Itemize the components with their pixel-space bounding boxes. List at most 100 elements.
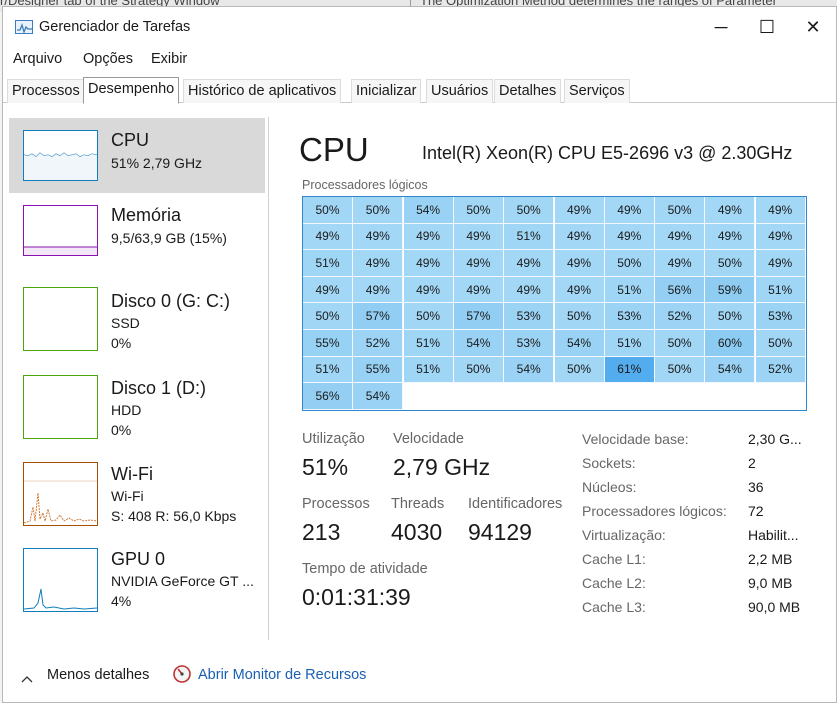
tab-historico[interactable]: Histórico de aplicativos — [183, 79, 342, 103]
sidebar-item-wifi[interactable]: Wi-Fi Wi-Fi S: 408 R: 56,0 Kbps — [9, 454, 265, 540]
sidebar-disco1-type: HDD — [111, 402, 142, 418]
performance-sidebar: CPU 51% 2,79 GHz Memória 9,5/63,9 GB (15… — [9, 118, 265, 640]
sidebar-item-memoria[interactable]: Memória 9,5/63,9 GB (15%) — [9, 193, 265, 279]
memory-thumbnail-graph — [23, 205, 98, 256]
sockets-label: Sockets: — [582, 455, 636, 471]
sidebar-disco0-usage: 0% — [111, 335, 132, 351]
logical-processor-cell: 50% — [655, 197, 706, 224]
utilizacao-value: 51% — [302, 454, 349, 480]
menu-exibir[interactable]: Exibir — [151, 51, 187, 67]
logical-processor-cell: 51% — [403, 356, 454, 384]
sidebar-disco1-usage: 0% — [111, 422, 132, 438]
logical-processor-cell: 52% — [755, 356, 806, 384]
logical-processor-cell: 49% — [403, 250, 454, 277]
logical-processor-cell: 49% — [755, 250, 806, 277]
threads-label: Threads — [391, 496, 445, 512]
tab-desempenho[interactable]: Desempenho — [83, 77, 180, 104]
virtualizacao-label: Virtualização: — [582, 527, 666, 543]
logical-processor-cell: 51% — [604, 330, 655, 357]
velocidade-base-label: Velocidade base: — [582, 431, 689, 447]
logical-processor-cell: 50% — [504, 197, 555, 224]
logical-processor-cell: 57% — [453, 303, 504, 330]
velocidade-value: 2,79 GHz — [393, 454, 491, 480]
sidebar-item-gpu0[interactable]: GPU 0 NVIDIA GeForce GT ... 4% — [9, 540, 265, 630]
logical-processor-cell: 49% — [705, 197, 756, 224]
logical-processor-cell: 52% — [655, 303, 706, 330]
close-button[interactable]: ✕ — [790, 7, 836, 47]
sidebar-memoria-usage: 9,5/63,9 GB (15%) — [111, 230, 227, 246]
logical-processor-cell: 51% — [303, 250, 353, 277]
open-resource-monitor-link[interactable]: Abrir Monitor de Recursos — [198, 667, 366, 683]
logical-processor-cell: 54% — [453, 330, 504, 357]
processos-label: Processos — [302, 496, 370, 512]
sockets-value: 2 — [748, 455, 756, 471]
disk0-thumbnail-graph — [23, 287, 98, 351]
cache-l3-value: 90,0 MB — [748, 599, 801, 615]
logical-processor-cell: 54% — [403, 197, 454, 224]
logical-processor-cell: 61% — [604, 356, 655, 384]
logical-processor-cell: 49% — [303, 223, 353, 251]
logical-processor-cell: 49% — [403, 223, 454, 251]
logical-processor-cell: 50% — [303, 197, 353, 224]
logical-processor-cell: 49% — [655, 250, 706, 277]
logical-processor-cell: 53% — [504, 303, 555, 330]
logical-processor-cell: 51% — [504, 223, 555, 251]
tab-detalhes[interactable]: Detalhes — [494, 79, 562, 103]
sidebar-disco0-type: SSD — [111, 315, 140, 331]
logical-processors-label: Processadores lógicos — [302, 178, 428, 192]
logical-processor-cell: 55% — [303, 330, 353, 357]
chevron-up-icon[interactable] — [21, 670, 33, 686]
maximize-button[interactable]: ☐ — [744, 7, 790, 47]
sidebar-item-cpu[interactable]: CPU 51% 2,79 GHz — [9, 118, 265, 193]
sidebar-gpu-title: GPU 0 — [111, 549, 166, 569]
cache-l1-label: Cache L1: — [582, 551, 646, 567]
logical-processor-cell: 49% — [353, 250, 404, 277]
logical-processor-cell: 55% — [353, 356, 404, 384]
logical-processor-cell: 53% — [504, 330, 555, 357]
sidebar-memoria-title: Memória — [111, 205, 182, 225]
logical-processor-cell: 53% — [604, 303, 655, 330]
gpu-thumbnail-graph — [23, 548, 98, 612]
tab-processos[interactable]: Processos — [7, 79, 85, 103]
logical-processor-cell: 49% — [755, 197, 806, 224]
sidebar-cpu-title: CPU — [111, 130, 150, 150]
tab-usuarios[interactable]: Usuários — [426, 79, 494, 103]
cpu-thumbnail-graph — [23, 130, 98, 181]
vertical-scrollbar[interactable] — [829, 103, 837, 663]
logical-processor-cell: 54% — [504, 356, 555, 384]
threads-value: 4030 — [391, 519, 443, 545]
menu-opcoes[interactable]: Opções — [83, 51, 133, 67]
sidebar-gpu-model: NVIDIA GeForce GT ... — [111, 573, 254, 589]
title-bar[interactable]: Gerenciador de Tarefas ─ ☐ ✕ — [3, 7, 836, 47]
logical-processor-cell: 50% — [453, 356, 504, 384]
resource-monitor-icon[interactable] — [172, 664, 192, 684]
task-manager-icon — [15, 20, 33, 34]
logical-processor-cell: 50% — [705, 250, 756, 277]
close-icon: ✕ — [805, 16, 821, 37]
logical-processor-cell: 49% — [554, 223, 605, 251]
logical-processor-cell: 57% — [353, 303, 404, 330]
processadores-logicos-value: 72 — [748, 503, 764, 519]
sidebar-item-disco0[interactable]: Disco 0 (G: C:) SSD 0% — [9, 279, 265, 367]
logical-processor-cell: 49% — [353, 276, 404, 304]
logical-processor-cell: 49% — [554, 276, 605, 304]
logical-processor-cell: 50% — [604, 250, 655, 277]
logical-processor-cell: 49% — [554, 197, 605, 224]
logical-processor-cell: 49% — [604, 197, 655, 224]
maximize-icon: ☐ — [758, 16, 776, 37]
logical-processor-cell: 49% — [353, 223, 404, 251]
task-manager-window: Gerenciador de Tarefas ─ ☐ ✕ Arquivo Opç… — [2, 6, 837, 703]
logical-processor-cell: 56% — [303, 383, 353, 410]
logical-processor-cell: 49% — [453, 276, 504, 304]
menu-arquivo[interactable]: Arquivo — [13, 51, 62, 67]
logical-processor-cell: 54% — [554, 330, 605, 357]
sidebar-item-disco1[interactable]: Disco 1 (D:) HDD 0% — [9, 367, 265, 454]
logical-processor-cell: 54% — [353, 383, 404, 410]
tab-servicos[interactable]: Serviços — [564, 79, 630, 103]
identificadores-label: Identificadores — [468, 496, 563, 512]
tab-inicializar[interactable]: Inicializar — [351, 79, 422, 103]
less-details-button[interactable]: Menos detalhes — [47, 667, 149, 683]
logical-processor-cell: 49% — [504, 250, 555, 277]
minimize-button[interactable]: ─ — [698, 7, 744, 47]
wifi-thumbnail-graph — [23, 462, 98, 526]
